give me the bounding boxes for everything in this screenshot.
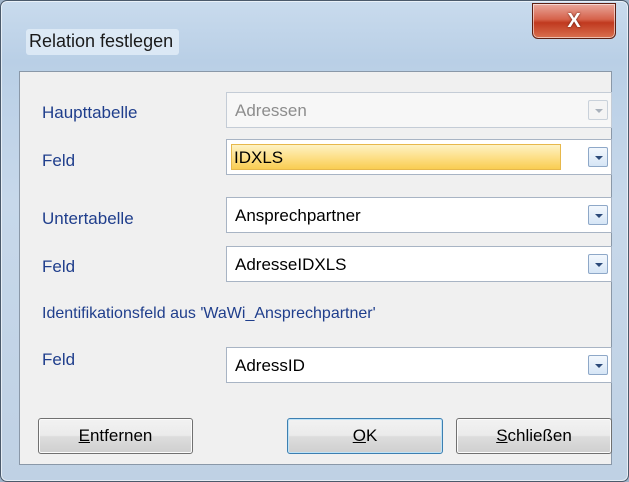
untertabelle-combo[interactable]: Ansprechpartner <box>226 197 612 233</box>
haupttabelle-value: Adressen <box>235 101 307 120</box>
feld3-label: Feld <box>42 350 76 369</box>
feld2-combo[interactable]: AdresseIDXLS <box>226 246 612 282</box>
feld2-label: Feld <box>42 257 76 276</box>
chevron-down-icon <box>588 100 608 120</box>
haupttabelle-combo: Adressen <box>226 92 612 128</box>
feld1-value: IDXLS <box>231 144 561 170</box>
schliessen-button[interactable]: Schließen <box>456 418 612 454</box>
feld3-combo[interactable]: AdressID <box>226 347 612 383</box>
chevron-down-icon[interactable] <box>588 147 608 167</box>
close-icon: X <box>567 9 581 32</box>
feld1-label: Feld <box>42 151 76 170</box>
close-window-button[interactable]: X <box>532 3 616 39</box>
chevron-down-icon[interactable] <box>588 355 608 375</box>
dialog-title: Relation festlegen <box>26 29 180 55</box>
ok-button[interactable]: OK <box>287 418 443 454</box>
chevron-down-icon[interactable] <box>588 205 608 225</box>
identification-caption: Identifikationsfeld aus 'WaWi_Ansprechpa… <box>42 305 376 322</box>
untertabelle-value: Ansprechpartner <box>235 206 361 225</box>
chevron-down-icon[interactable] <box>588 254 608 274</box>
untertabelle-label: Untertabelle <box>42 209 134 228</box>
feld1-combo[interactable]: IDXLS <box>226 139 612 175</box>
feld3-value: AdressID <box>235 356 305 375</box>
haupttabelle-label: Haupttabelle <box>42 103 138 122</box>
dialog-window: Relation festlegen X Haupttabelle Adress… <box>0 0 629 482</box>
title-bar[interactable]: Relation festlegen X <box>1 1 628 71</box>
dialog-content: Haupttabelle Adressen Feld IDXLS Unterta… <box>19 71 612 465</box>
feld2-value: AdresseIDXLS <box>235 255 347 274</box>
remove-button[interactable]: Entfernen <box>38 418 193 454</box>
